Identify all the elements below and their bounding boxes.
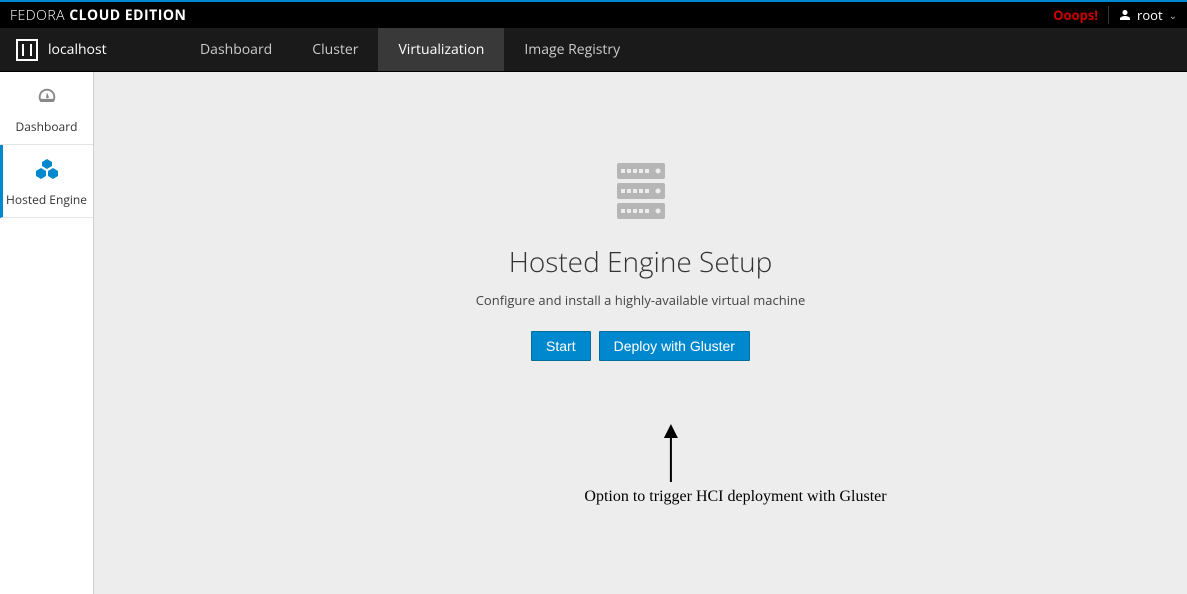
- tab-virtualization[interactable]: Virtualization: [378, 28, 504, 71]
- deploy-gluster-button[interactable]: Deploy with Gluster: [599, 331, 750, 361]
- cubes-icon: [4, 159, 89, 188]
- annotation: Option to trigger HCI deployment with Gl…: [394, 424, 886, 506]
- server-icon: [16, 39, 38, 61]
- brand-bold: CLOUD EDITION: [69, 6, 186, 25]
- warning-indicator[interactable]: Ooops!: [1053, 6, 1109, 24]
- chevron-down-icon: ⌄: [1169, 8, 1177, 22]
- nav-tabs: Dashboard Cluster Virtualization Image R…: [180, 28, 640, 71]
- brand: FEDORA CLOUD EDITION: [10, 6, 186, 25]
- host-name: localhost: [48, 40, 107, 59]
- main-content: Hosted Engine Setup Configure and instal…: [94, 72, 1187, 594]
- page-subtitle: Configure and install a highly-available…: [476, 291, 806, 309]
- side-nav: Dashboard Hosted Engine: [0, 72, 94, 594]
- tab-cluster[interactable]: Cluster: [292, 28, 378, 71]
- tab-dashboard[interactable]: Dashboard: [180, 28, 292, 71]
- host-block[interactable]: localhost: [0, 28, 180, 71]
- sidebar-item-dashboard[interactable]: Dashboard: [0, 72, 93, 145]
- annotation-text: Option to trigger HCI deployment with Gl…: [584, 488, 886, 506]
- arrow-icon: [656, 424, 686, 484]
- start-button[interactable]: Start: [531, 331, 591, 361]
- brand-light: FEDORA: [10, 6, 69, 25]
- tachometer-icon: [4, 86, 89, 115]
- user-menu[interactable]: root ⌄: [1119, 6, 1177, 24]
- user-name: root: [1137, 6, 1163, 24]
- server-stack-icon: [607, 157, 675, 225]
- sidebar-item-label: Dashboard: [16, 118, 78, 135]
- main-nav: localhost Dashboard Cluster Virtualizati…: [0, 28, 1187, 72]
- tab-image-registry[interactable]: Image Registry: [504, 28, 640, 71]
- workspace: Dashboard Hosted Engine Hosted Engine Se…: [0, 72, 1187, 594]
- user-icon: [1119, 9, 1131, 21]
- topbar: FEDORA CLOUD EDITION Ooops! root ⌄: [0, 0, 1187, 28]
- page-title: Hosted Engine Setup: [509, 243, 773, 281]
- button-row: Start Deploy with Gluster: [531, 331, 750, 361]
- sidebar-item-label: Hosted Engine: [6, 191, 87, 208]
- sidebar-item-hosted-engine[interactable]: Hosted Engine: [0, 145, 93, 218]
